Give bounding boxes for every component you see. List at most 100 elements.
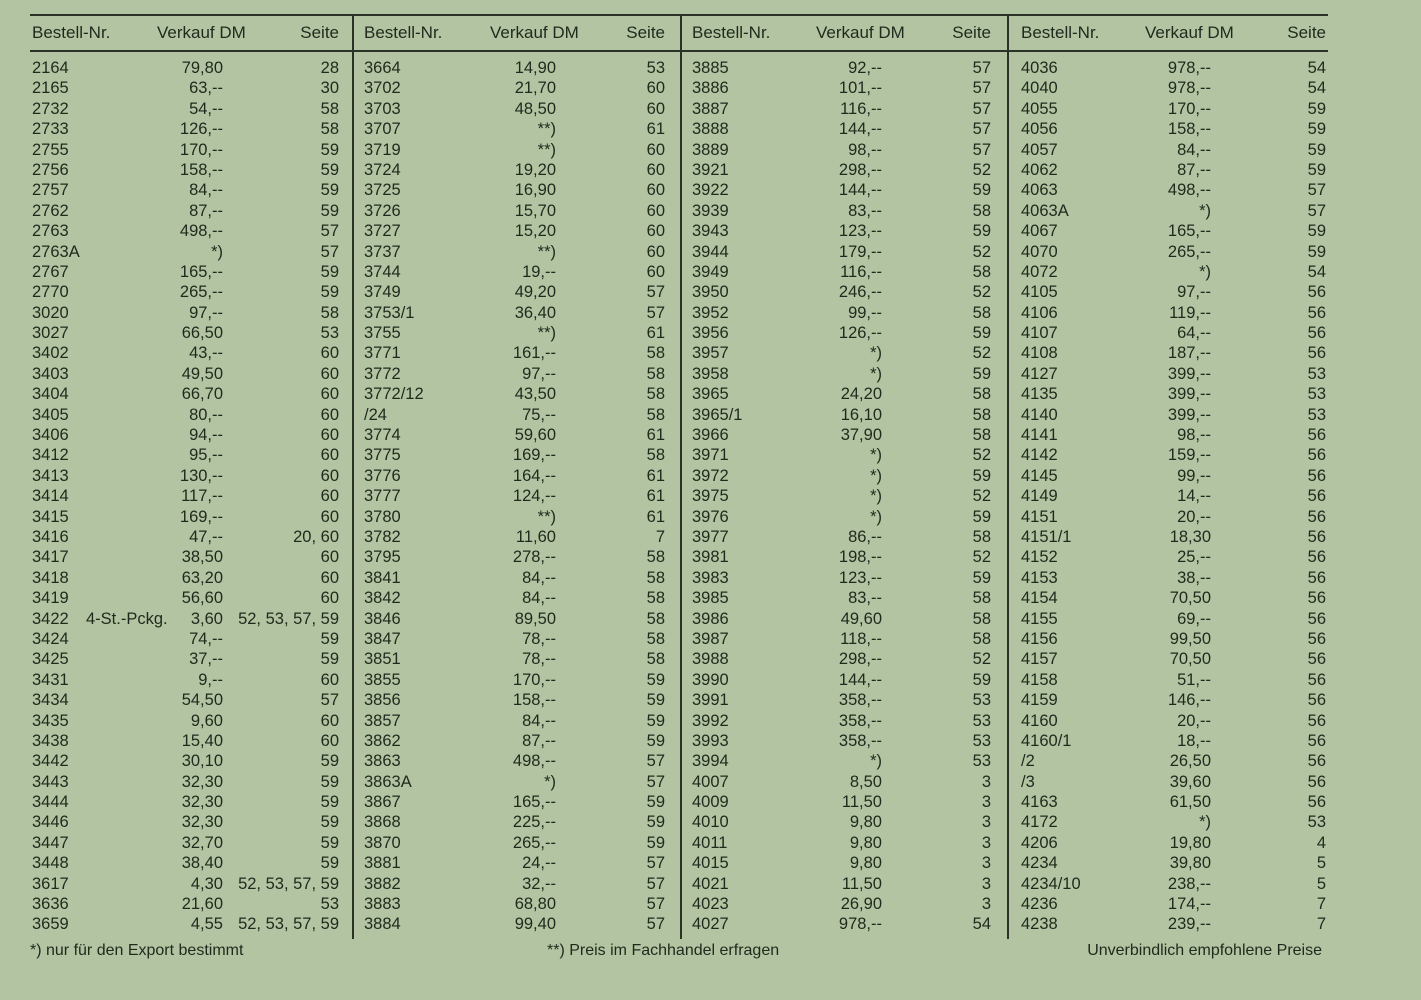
page-number: 58: [320, 303, 339, 322]
order-number: 3847: [364, 629, 401, 648]
price: 61,50: [1169, 793, 1211, 812]
page-number: 59: [1307, 140, 1326, 159]
order-number: 4057: [1021, 140, 1058, 159]
order-number: 3958: [692, 364, 729, 383]
order-number: 2165: [32, 79, 69, 98]
price: 123,--: [838, 568, 882, 587]
header-order-number: Bestell-Nr.: [692, 23, 771, 42]
order-number: 3862: [364, 731, 401, 750]
page-number: 59: [320, 833, 339, 852]
table-row: 2763A *) 57 3737 **) 60 3944 179,-- 52 4070 265,--…: [30, 242, 1328, 262]
price: 14,90: [514, 59, 556, 77]
order-number: 4206: [1021, 833, 1058, 852]
table-row: 3438 15,40 60 3862 87,-- 59 3993 358,-- 53 4160/1…: [30, 731, 1328, 751]
price: 265,--: [1167, 242, 1211, 261]
page-number: 58: [646, 650, 665, 669]
page-number: 7: [1316, 915, 1326, 934]
page-number: 58: [646, 589, 665, 608]
order-number: 3422: [32, 609, 69, 628]
order-number: 3867: [364, 793, 401, 812]
order-number: 3424: [32, 629, 69, 648]
order-number: /3: [1021, 772, 1035, 791]
page-number: 54: [972, 915, 991, 934]
page-number: 58: [972, 426, 991, 445]
order-number: 3412: [32, 446, 69, 465]
price: *): [870, 752, 882, 771]
order-number: 3780: [364, 507, 401, 526]
order-number: 3444: [32, 793, 69, 812]
order-number: 3993: [692, 731, 729, 750]
price: 38,--: [1177, 568, 1211, 587]
page-number: 59: [1307, 120, 1326, 139]
price: 159,--: [1167, 446, 1211, 465]
table-row: 3415 169,-- 60 3780 **) 61 3976 *) 59 4151 20,-- 56: [30, 507, 1328, 527]
price: 161,--: [512, 344, 556, 363]
order-number: 3795: [364, 548, 401, 567]
price: 18,--: [1177, 731, 1211, 750]
table-row: 3447 32,70 59 3870 265,-- 59 4011 9,80 3 4206 19,8…: [30, 833, 1328, 853]
table-row: 3435 9,60 60 3857 84,-- 59 3992 358,-- 53 4160 20,…: [30, 711, 1328, 731]
order-number: 4141: [1021, 426, 1058, 445]
page-number: 60: [320, 731, 339, 750]
price: 119,--: [1169, 303, 1211, 322]
price: 66,70: [181, 385, 223, 404]
page-number: 54: [1307, 262, 1326, 281]
page-number: 3: [981, 895, 991, 914]
price: 79,80: [181, 59, 223, 77]
price: 70,50: [1169, 589, 1211, 608]
price: 9,80: [849, 854, 882, 873]
price: *): [870, 344, 882, 363]
table-row: 3418 63,20 60 3841 84,-- 58 3983 123,-- 59 4153 38…: [30, 568, 1328, 588]
order-number: 3636: [32, 895, 69, 914]
price: *): [1199, 262, 1211, 281]
page-number: 59: [320, 283, 339, 302]
price: 498,--: [1167, 181, 1211, 200]
price: 84,--: [1177, 140, 1211, 159]
order-number: 3774: [364, 426, 401, 445]
price: *): [1199, 813, 1211, 832]
order-number: 2757: [32, 181, 69, 200]
page-number: 58: [646, 609, 665, 628]
page-number: 53: [1307, 364, 1326, 383]
page-number: 3: [981, 793, 991, 812]
price: 19,20: [514, 160, 556, 179]
order-number: 3976: [692, 507, 729, 526]
page-number: 52: [972, 650, 991, 669]
price: 97,--: [522, 364, 556, 383]
order-number: 4154: [1021, 589, 1058, 608]
order-number: 3775: [364, 446, 401, 465]
price: 498,--: [512, 752, 556, 771]
order-number: 3966: [692, 426, 729, 445]
order-number: 3885: [692, 59, 729, 77]
price: *): [544, 772, 556, 791]
order-number: 3703: [364, 99, 401, 118]
page-number: 59: [320, 160, 339, 179]
page-number: 52, 53, 57, 59: [238, 915, 339, 934]
order-number: 3971: [692, 446, 729, 465]
table-row: 2164 79,80 28 3664 14,90 53 3885 92,-- 57 4036 978…: [30, 58, 1328, 78]
price: 4,30: [190, 874, 223, 893]
header-order-number: Bestell-Nr.: [32, 23, 111, 42]
order-number: 3753/1: [364, 303, 415, 322]
price: 84,--: [522, 568, 556, 587]
price: 165,--: [179, 262, 223, 281]
price: 43,50: [514, 385, 556, 404]
page-number: 7: [655, 527, 665, 546]
price: *): [870, 507, 882, 526]
page-number: 57: [320, 691, 339, 710]
order-number: 3842: [364, 589, 401, 608]
order-number: 3434: [32, 691, 69, 710]
order-number: 4023: [692, 895, 729, 914]
order-number: 2164: [32, 59, 69, 77]
order-number: 3776: [364, 466, 401, 485]
price: 179,--: [838, 242, 882, 261]
order-number: 3868: [364, 813, 401, 832]
price: 86,--: [848, 527, 882, 546]
price: 144,--: [838, 670, 882, 689]
page-number: 58: [972, 201, 991, 220]
order-number: 4155: [1021, 609, 1058, 628]
price: 16,10: [840, 405, 882, 424]
price: 70,50: [1169, 650, 1211, 669]
order-number: 4145: [1021, 466, 1058, 485]
order-number: 3991: [692, 691, 729, 710]
